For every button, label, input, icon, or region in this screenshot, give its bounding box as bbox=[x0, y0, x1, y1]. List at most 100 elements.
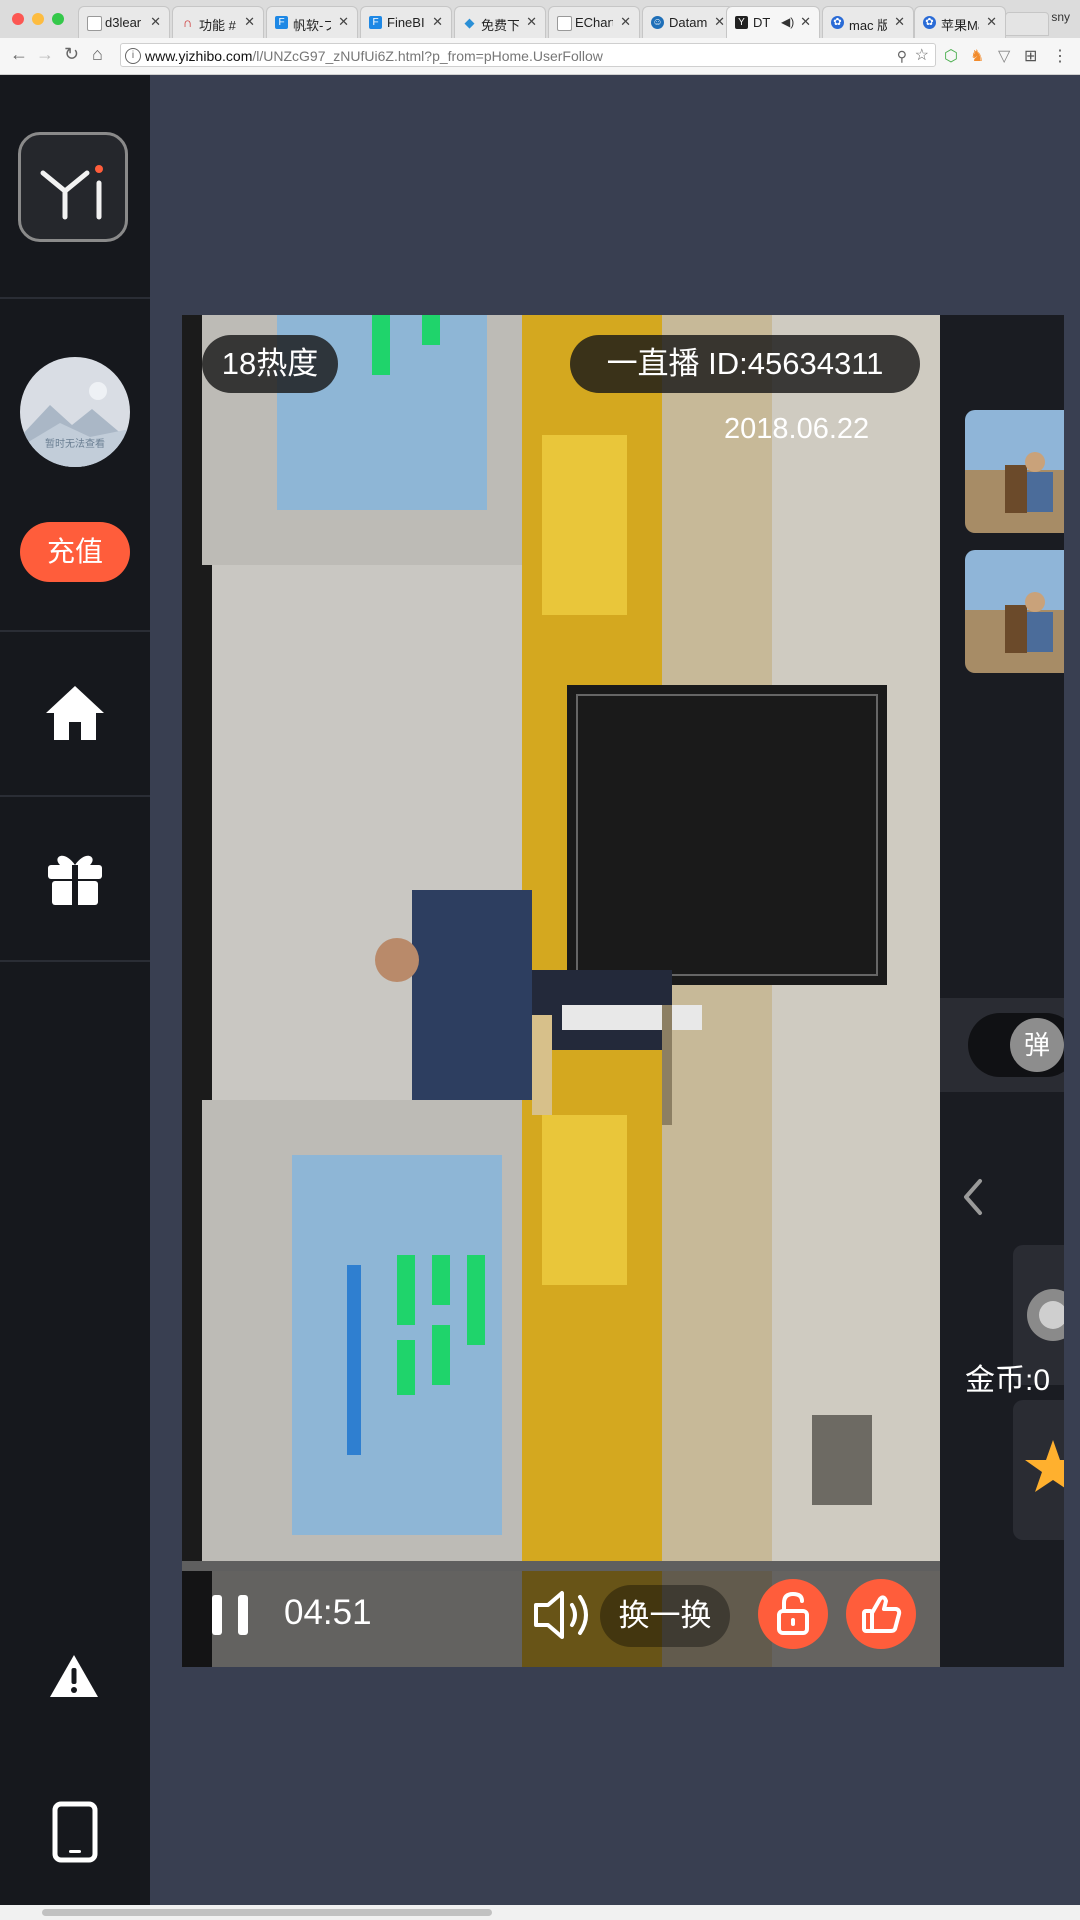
reload-icon[interactable]: ↻ bbox=[64, 44, 79, 65]
danmu-toggle-knob[interactable]: 弹 bbox=[1010, 1018, 1064, 1072]
gift-icon[interactable] bbox=[44, 847, 106, 914]
yizhibo-icon: Y bbox=[735, 16, 748, 29]
browser-tab-bar: d3lear ✕ ∩ 功能 # ✕ F 帆软-プ ✕ F FineBI ✕ ◆ … bbox=[0, 0, 1080, 39]
forward-icon[interactable]: → bbox=[36, 44, 54, 65]
avatar-placeholder-text: 暂时无法查看 bbox=[45, 439, 105, 450]
window-maximize-button[interactable] bbox=[52, 13, 64, 25]
diamond-icon: ◆ bbox=[464, 15, 475, 30]
zoom-icon[interactable]: ⚲ bbox=[897, 44, 907, 66]
window-minimize-button[interactable] bbox=[32, 13, 44, 25]
unlock-button[interactable] bbox=[758, 1579, 828, 1649]
window-close-button[interactable] bbox=[12, 13, 24, 25]
sidebar-divider bbox=[0, 297, 150, 299]
browser-tab[interactable]: d3lear ✕ bbox=[78, 6, 170, 38]
tab-label: EChart bbox=[575, 15, 613, 30]
warning-icon[interactable] bbox=[48, 1653, 100, 1704]
page-icon bbox=[557, 16, 572, 31]
horizontal-scrollbar[interactable] bbox=[0, 1905, 1080, 1920]
sidebar-divider bbox=[0, 795, 150, 797]
chevron-left-icon[interactable] bbox=[960, 1177, 986, 1222]
home-nav-icon[interactable]: ⌂ bbox=[92, 44, 103, 65]
tab-close-icon[interactable]: ✕ bbox=[526, 14, 537, 30]
scrollbar-thumb[interactable] bbox=[42, 1909, 492, 1916]
gift-item[interactable] bbox=[1013, 1400, 1064, 1540]
browser-tab[interactable]: ∩ 功能 # ✕ bbox=[172, 6, 264, 38]
baidu-icon: ✿ bbox=[831, 16, 844, 29]
extension-fox-icon[interactable]: ♞ bbox=[970, 46, 984, 66]
datamap-icon: ☺ bbox=[651, 16, 664, 29]
tab-label: mac 版 bbox=[849, 18, 887, 33]
fanruan-icon: F bbox=[369, 16, 382, 29]
browser-tab[interactable]: F FineBI ✕ bbox=[360, 6, 452, 38]
tab-label: 免费下 bbox=[481, 18, 519, 33]
page-content: 暂时无法查看 充值 18热度 一直播 ID:45634311 2018.06.2… bbox=[0, 75, 1080, 1905]
recommended-stream-thumbnail[interactable] bbox=[965, 410, 1064, 533]
browser-tab[interactable]: ✿ mac 版 ✕ bbox=[822, 6, 914, 38]
like-button[interactable] bbox=[846, 1579, 916, 1649]
pause-icon[interactable] bbox=[210, 1593, 250, 1642]
video-frame bbox=[182, 315, 940, 1667]
url-host: www.yizhibo.com bbox=[145, 48, 253, 64]
new-tab-button[interactable] bbox=[1005, 12, 1049, 36]
sidebar-divider bbox=[0, 960, 150, 962]
url-path: /l/UNZcG97_zNUfUi6Z.html?p_from=pHome.Us… bbox=[252, 48, 603, 64]
extension-grid-icon[interactable]: ⊞ bbox=[1024, 46, 1037, 66]
tab-label: d3lear bbox=[105, 15, 142, 30]
tab-label: 功能 # bbox=[199, 18, 236, 33]
unlock-icon bbox=[777, 1591, 809, 1635]
tab-close-icon[interactable]: ✕ bbox=[338, 14, 349, 30]
volume-icon[interactable] bbox=[532, 1589, 596, 1646]
tab-close-icon[interactable]: ✕ bbox=[986, 14, 997, 30]
tab-label: FineBI bbox=[387, 15, 425, 30]
danmu-bar: 弹 bbox=[940, 998, 1064, 1092]
switch-stream-button[interactable]: 换一换 bbox=[600, 1585, 730, 1647]
tab-label: Datam bbox=[669, 15, 707, 30]
tab-label: 苹果Ma bbox=[941, 18, 979, 33]
browser-tab[interactable]: F 帆软-プ ✕ bbox=[266, 6, 358, 38]
tab-close-icon[interactable]: ✕ bbox=[150, 14, 161, 30]
home-icon[interactable] bbox=[44, 682, 106, 749]
heat-badge: 18热度 bbox=[202, 335, 338, 393]
danmu-toggle[interactable]: 弹 bbox=[968, 1013, 1064, 1077]
tab-label: 帆软-プ bbox=[293, 18, 331, 33]
progress-bar[interactable] bbox=[182, 1561, 940, 1571]
browser-tab[interactable]: ☺ Datam ✕ bbox=[642, 6, 734, 38]
recommended-stream-thumbnail[interactable] bbox=[965, 550, 1064, 673]
tab-close-icon[interactable]: ✕ bbox=[244, 14, 255, 30]
arc-icon: ∩ bbox=[182, 15, 193, 30]
baidu-icon: ✿ bbox=[923, 16, 936, 29]
page-icon bbox=[87, 16, 102, 31]
browser-tab[interactable]: ◆ 免费下 ✕ bbox=[454, 6, 546, 38]
video-player[interactable]: 18热度 一直播 ID:45634311 2018.06.22 04:51 换一… bbox=[182, 315, 940, 1667]
extension-hexagon-icon[interactable]: ⬡ bbox=[944, 46, 958, 66]
tab-label: DT bbox=[753, 15, 771, 30]
tab-close-icon[interactable]: ✕ bbox=[620, 14, 631, 30]
tab-close-icon[interactable]: ✕ bbox=[714, 14, 725, 30]
tab-close-icon[interactable]: ✕ bbox=[894, 14, 905, 30]
browser-tab-active[interactable]: Y DT ◀) ✕ bbox=[726, 6, 820, 38]
player-controls: 04:51 换一换 bbox=[182, 1571, 940, 1667]
profile-name[interactable]: sny bbox=[1051, 10, 1070, 24]
url-input[interactable]: i www.yizhibo.com/l/UNZcG97_zNUfUi6Z.htm… bbox=[120, 43, 936, 67]
coins-balance: 金币:0 bbox=[965, 1364, 1051, 1397]
thumbs-up-icon bbox=[862, 1595, 902, 1633]
back-icon[interactable]: ← bbox=[10, 44, 28, 65]
audio-playing-icon[interactable]: ◀) bbox=[781, 15, 794, 29]
browser-tab[interactable]: EChart ✕ bbox=[548, 6, 640, 38]
avatar[interactable]: 暂时无法查看 bbox=[20, 357, 130, 467]
playback-time: 04:51 bbox=[284, 1593, 372, 1632]
left-sidebar: 暂时无法查看 充值 bbox=[0, 75, 150, 1905]
recharge-button[interactable]: 充值 bbox=[20, 522, 130, 582]
tab-close-icon[interactable]: ✕ bbox=[432, 14, 443, 30]
bookmark-star-icon[interactable]: ☆ bbox=[915, 44, 929, 66]
sidebar-divider bbox=[0, 630, 150, 632]
extension-v-icon[interactable]: ▽ bbox=[998, 46, 1010, 66]
right-panel: 弹 金币:0 bbox=[940, 315, 1064, 1667]
tab-close-icon[interactable]: ✕ bbox=[800, 14, 811, 30]
logo-icon[interactable] bbox=[18, 132, 128, 242]
info-icon[interactable]: i bbox=[125, 48, 141, 64]
phone-icon[interactable] bbox=[52, 1801, 98, 1868]
browser-tab[interactable]: ✿ 苹果Ma ✕ bbox=[914, 6, 1006, 38]
browser-menu-icon[interactable]: ⋮ bbox=[1052, 46, 1068, 66]
channel-id-badge: 一直播 ID:45634311 bbox=[570, 335, 920, 393]
